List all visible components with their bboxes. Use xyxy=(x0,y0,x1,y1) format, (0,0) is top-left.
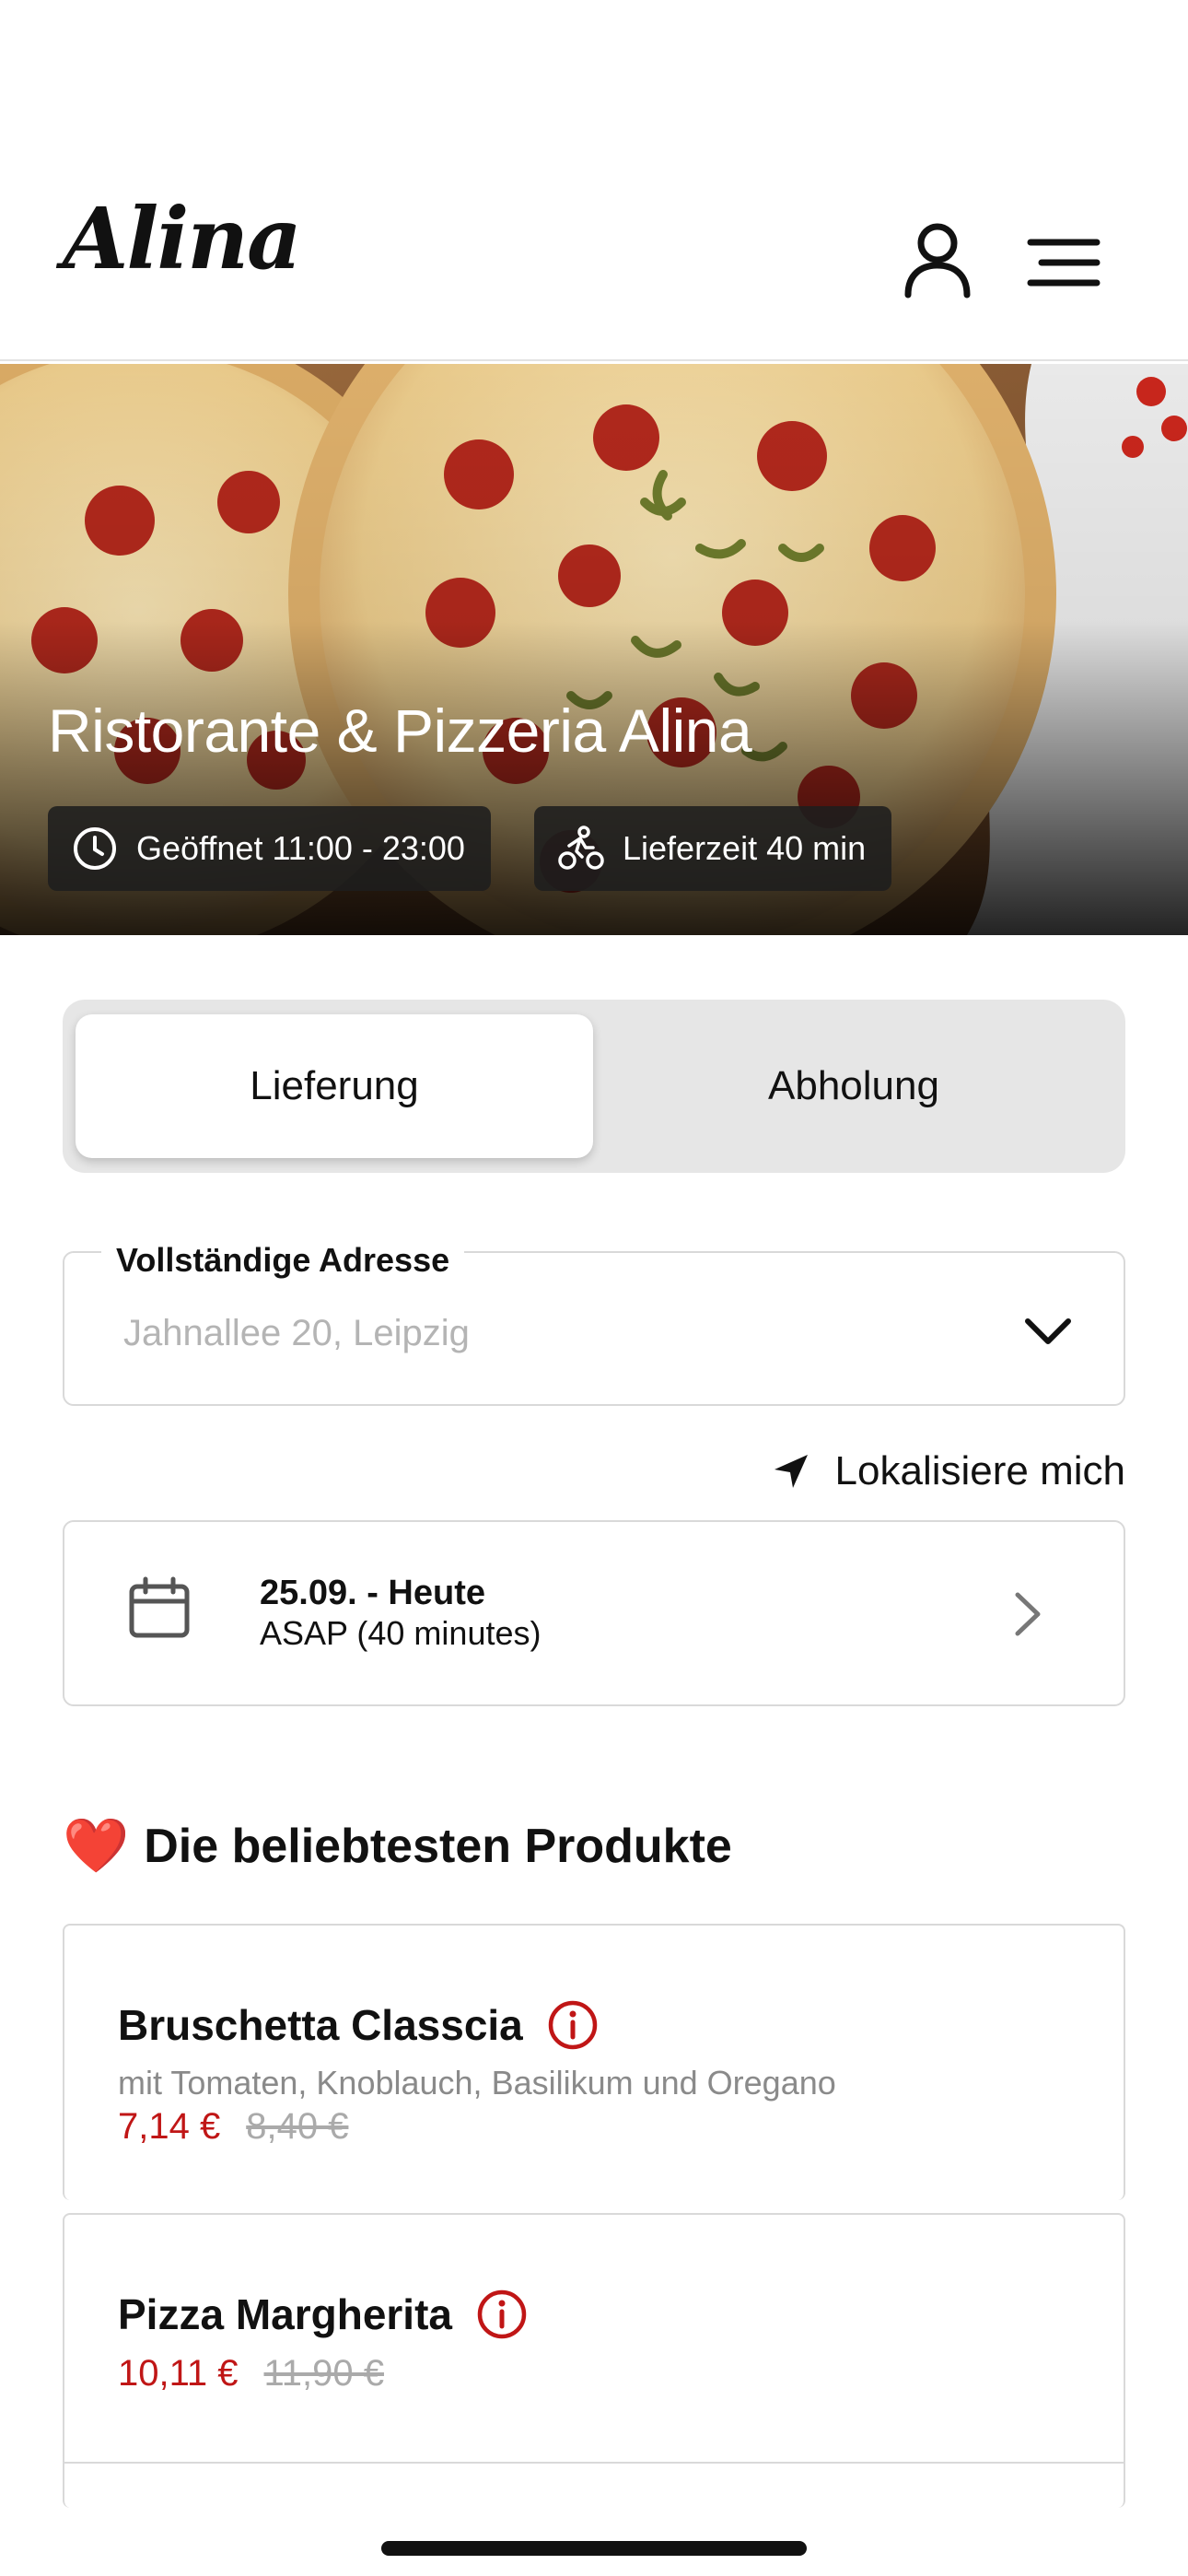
product-card[interactable]: Pizza Margherita 10,11 € 11,90 € xyxy=(63,2213,1125,2508)
delivery-time-value: ASAP (40 minutes) xyxy=(260,1614,542,1652)
popular-products-heading: ❤️ Die beliebtesten Produkte xyxy=(63,1815,732,1878)
location-arrow-icon xyxy=(774,1455,808,1488)
opening-hours-text: Geöffnet 11:00 - 23:00 xyxy=(136,829,465,867)
locate-me-button[interactable]: Lokalisiere mich xyxy=(773,1448,1125,1494)
hero-banner: Ristorante & Pizzeria Alina Geöffnet 11:… xyxy=(0,364,1188,935)
product-card[interactable]: Bruschetta Classcia mit Tomaten, Knoblau… xyxy=(63,1924,1125,2200)
product-name: Bruschetta Classcia xyxy=(118,1999,599,2051)
original-price: 11,90 € xyxy=(263,2353,385,2394)
restaurant-name: Ristorante & Pizzeria Alina xyxy=(48,697,752,765)
address-label: Vollständige Adresse xyxy=(101,1242,465,1279)
delivery-time-text: Lieferzeit 40 min xyxy=(623,829,867,867)
order-mode-toggle: Lieferung Abholung xyxy=(63,1000,1125,1173)
clock-icon xyxy=(74,827,116,870)
calendar-icon xyxy=(129,1576,190,1638)
product-name-text: Pizza Margherita xyxy=(118,2290,452,2338)
product-price: 10,11 € 11,90 € xyxy=(118,2353,384,2395)
home-indicator[interactable] xyxy=(381,2541,807,2556)
info-icon[interactable] xyxy=(476,2289,528,2340)
original-price: 8,40 € xyxy=(246,2106,349,2147)
delivery-option[interactable]: Lieferung xyxy=(76,1014,593,1158)
current-price: 10,11 € xyxy=(118,2353,239,2394)
product-price: 7,14 € 8,40 € xyxy=(118,2106,348,2148)
info-icon[interactable] xyxy=(547,1999,599,2051)
popular-products-title: Die beliebtesten Produkte xyxy=(144,1820,732,1873)
delivery-time-badge: Lieferzeit 40 min xyxy=(534,806,892,891)
product-name: Pizza Margherita xyxy=(118,2289,528,2340)
app-header: Alina xyxy=(0,0,1188,361)
delivery-date: 25.09. - Heute xyxy=(260,1574,485,1612)
pickup-option[interactable]: Abholung xyxy=(595,1014,1112,1158)
chevron-down-icon[interactable] xyxy=(1020,1308,1076,1354)
delivery-time-selector[interactable] xyxy=(63,1520,1125,1706)
heart-icon: ❤️ xyxy=(63,1816,130,1876)
opening-hours-badge: Geöffnet 11:00 - 23:00 xyxy=(48,806,491,891)
chevron-right-icon[interactable] xyxy=(1008,1589,1045,1639)
user-icon[interactable] xyxy=(903,221,973,299)
menu-icon[interactable] xyxy=(1027,235,1101,290)
locate-me-label: Lokalisiere mich xyxy=(834,1448,1125,1493)
address-input[interactable]: Jahnallee 20, Leipzig xyxy=(123,1313,470,1354)
current-price: 7,14 € xyxy=(118,2106,221,2147)
card-divider xyxy=(64,2462,1124,2464)
product-description: mit Tomaten, Knoblauch, Basilikum und Or… xyxy=(118,2064,836,2102)
restaurant-logo[interactable]: Alina xyxy=(63,189,302,288)
bicycle-courier-icon xyxy=(558,825,604,870)
product-name-text: Bruschetta Classcia xyxy=(118,2001,523,2049)
